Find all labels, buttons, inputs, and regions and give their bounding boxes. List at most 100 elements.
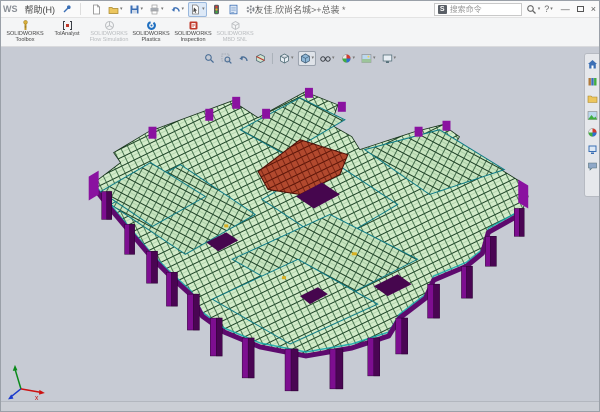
plastics-icon bbox=[146, 20, 157, 31]
search-commands-box[interactable]: S 搜索命令 bbox=[434, 3, 522, 16]
command-manager-ribbon: SOLIDWORKS Toolbox TolAnalyst SOLIDWORKS… bbox=[1, 18, 599, 47]
print-icon bbox=[149, 4, 160, 15]
undo-icon bbox=[170, 4, 181, 15]
toolbox-screw-icon bbox=[20, 20, 31, 31]
minimize-button[interactable]: — bbox=[561, 5, 570, 14]
zoom-to-fit-button[interactable] bbox=[202, 51, 217, 66]
previous-view-icon bbox=[238, 53, 249, 64]
addin-label: SOLIDWORKS Inspection bbox=[173, 32, 213, 43]
select-button[interactable]: ▾ bbox=[188, 2, 207, 17]
pin-menu-icon[interactable] bbox=[62, 4, 72, 14]
dropdown-arrow: ▾ bbox=[311, 56, 314, 61]
section-view-button[interactable] bbox=[253, 51, 268, 66]
eyeglasses-icon bbox=[320, 53, 331, 64]
addin-label: SOLIDWORKS Flow Simulation bbox=[89, 32, 129, 43]
undo-button[interactable]: ▾ bbox=[168, 2, 187, 17]
zoom-to-area-button[interactable] bbox=[219, 51, 234, 66]
appearances-scenes-decals-icon[interactable] bbox=[587, 127, 598, 138]
section-view-icon bbox=[255, 53, 266, 64]
mbd-cube-icon bbox=[230, 20, 241, 31]
addin-flow-simulation: SOLIDWORKS Flow Simulation bbox=[89, 20, 129, 43]
dropdown-arrow: ▾ bbox=[141, 7, 144, 12]
zoom-to-fit-icon bbox=[204, 53, 215, 64]
addin-label: SOLIDWORKS Toolbox bbox=[5, 32, 45, 43]
gear-icon bbox=[245, 4, 256, 15]
save-icon bbox=[129, 4, 140, 15]
dropdown-arrow: ▾ bbox=[161, 7, 164, 12]
solidworks-mini-logo: S bbox=[438, 5, 447, 14]
dropdown-arrow: ▾ bbox=[353, 56, 356, 61]
file-properties-icon bbox=[228, 4, 239, 15]
status-bar bbox=[1, 401, 599, 412]
custom-properties-icon[interactable] bbox=[587, 144, 598, 155]
new-document-button[interactable] bbox=[89, 2, 104, 17]
view-settings-button[interactable]: ▾ bbox=[380, 51, 399, 66]
save-button[interactable]: ▾ bbox=[127, 2, 146, 17]
reference-triad: x bbox=[8, 365, 45, 400]
solidworks-forum-icon[interactable] bbox=[587, 161, 598, 172]
divider bbox=[272, 53, 273, 64]
help-button[interactable]: ? ▾ bbox=[544, 4, 553, 14]
dropdown-arrow: ▾ bbox=[182, 7, 185, 12]
solidworks-logo-partial: WS bbox=[3, 4, 18, 14]
dropdown-arrow: ▾ bbox=[394, 56, 397, 61]
search-button[interactable]: ▾ bbox=[526, 4, 541, 15]
dropdown-arrow: ▾ bbox=[202, 7, 205, 12]
help-label: ? bbox=[544, 4, 549, 14]
addin-mbd-snl: SOLIDWORKS MBD SNL bbox=[215, 20, 255, 43]
view-orientation-cube-icon bbox=[279, 53, 290, 64]
dropdown-arrow: ▾ bbox=[550, 7, 553, 12]
previous-view-button[interactable] bbox=[236, 51, 251, 66]
window-controls: — × bbox=[561, 5, 596, 14]
view-orientation-button[interactable]: ▾ bbox=[277, 51, 296, 66]
appearance-ball-icon bbox=[341, 53, 352, 64]
dropdown-arrow: ▾ bbox=[291, 56, 294, 61]
dropdown-arrow: ▾ bbox=[257, 7, 260, 12]
triad-x-label: x bbox=[35, 395, 39, 400]
inspection-icon bbox=[188, 20, 199, 31]
assembly-model-formwork: x bbox=[1, 47, 599, 400]
search-placeholder: 搜索命令 bbox=[450, 4, 482, 15]
display-style-shaded-icon bbox=[299, 53, 310, 64]
graphics-area[interactable]: x bbox=[1, 47, 599, 401]
addin-solidworks-toolbox[interactable]: SOLIDWORKS Toolbox bbox=[5, 20, 45, 43]
solidworks-window: WS 帮助(H) ▾ bbox=[0, 0, 600, 412]
view-settings-icon bbox=[382, 53, 393, 64]
print-button[interactable]: ▾ bbox=[147, 2, 166, 17]
file-properties-button[interactable] bbox=[226, 2, 241, 17]
display-style-button[interactable]: ▾ bbox=[297, 51, 316, 66]
title-bar: WS 帮助(H) ▾ bbox=[1, 1, 599, 18]
rebuild-traffic-light-icon bbox=[211, 4, 222, 15]
search-icon bbox=[526, 4, 537, 15]
new-document-icon bbox=[91, 4, 102, 15]
options-button[interactable]: ▾ bbox=[243, 2, 262, 17]
addin-label: SOLIDWORKS Plastics bbox=[131, 32, 171, 43]
addin-tolanalyst[interactable]: TolAnalyst bbox=[47, 20, 87, 38]
addin-solidworks-inspection[interactable]: SOLIDWORKS Inspection bbox=[173, 20, 213, 43]
addin-label: SOLIDWORKS MBD SNL bbox=[215, 32, 255, 43]
file-explorer-folder-icon[interactable] bbox=[587, 93, 598, 104]
open-folder-icon bbox=[108, 4, 119, 15]
edit-appearance-button[interactable]: ▾ bbox=[339, 51, 358, 66]
menu-help[interactable]: 帮助(H) bbox=[23, 3, 58, 16]
addin-solidworks-plastics[interactable]: SOLIDWORKS Plastics bbox=[131, 20, 171, 43]
task-pane bbox=[584, 53, 599, 197]
restore-button[interactable] bbox=[577, 6, 584, 12]
select-icon bbox=[190, 4, 201, 15]
addin-label: TolAnalyst bbox=[54, 32, 79, 38]
zoom-to-area-icon bbox=[221, 53, 232, 64]
solidworks-resources-home-icon[interactable] bbox=[587, 59, 598, 70]
design-library-icon[interactable] bbox=[587, 76, 598, 87]
apply-scene-button[interactable]: ▾ bbox=[359, 51, 378, 66]
dropdown-arrow: ▾ bbox=[373, 56, 376, 61]
view-palette-icon[interactable] bbox=[587, 110, 598, 121]
open-document-button[interactable]: ▾ bbox=[106, 2, 125, 17]
close-button[interactable]: × bbox=[591, 5, 596, 14]
scene-icon bbox=[361, 53, 372, 64]
divider bbox=[80, 3, 81, 15]
hide-show-items-button[interactable]: ▾ bbox=[318, 51, 337, 66]
rebuild-button[interactable] bbox=[209, 2, 224, 17]
heads-up-view-toolbar: ▾ ▾ ▾ bbox=[202, 51, 398, 66]
dropdown-arrow: ▾ bbox=[332, 56, 335, 61]
dropdown-arrow: ▾ bbox=[538, 7, 541, 12]
